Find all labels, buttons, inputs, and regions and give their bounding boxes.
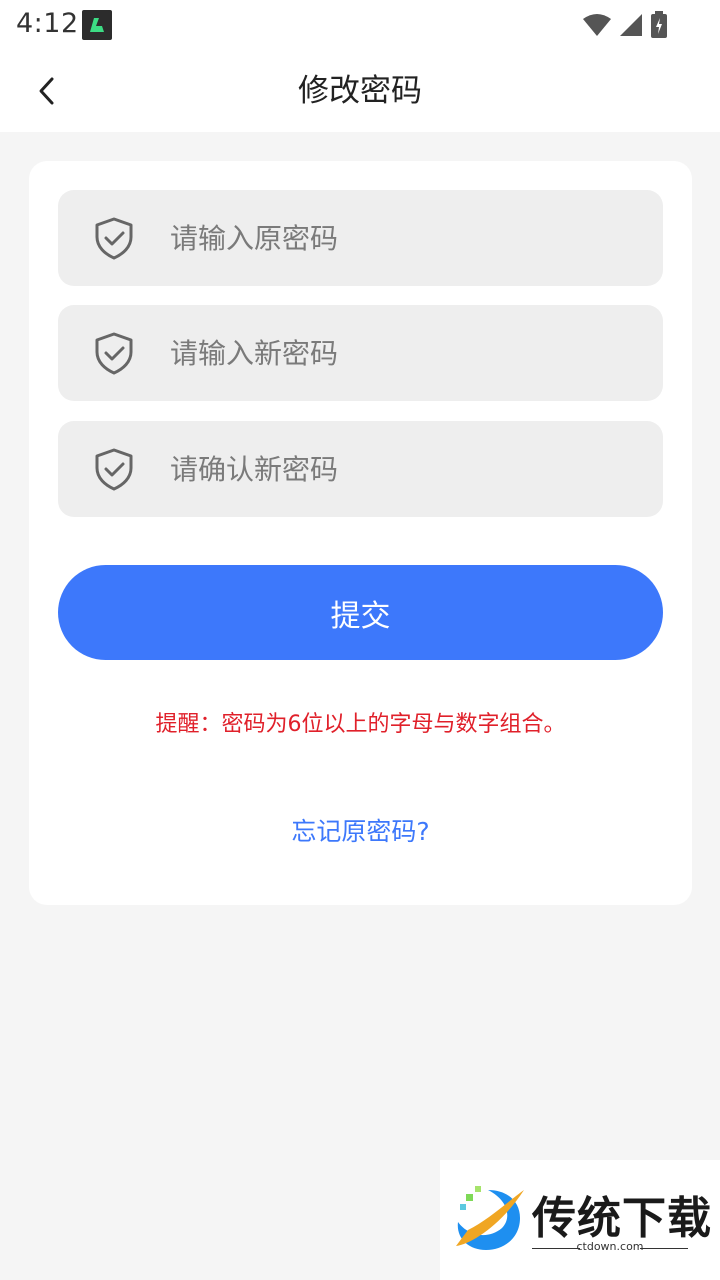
battery-icon <box>651 11 667 38</box>
old-password-field[interactable] <box>58 190 663 286</box>
status-indicators <box>582 10 668 40</box>
old-password-input[interactable] <box>170 190 640 286</box>
shield-check-icon <box>95 332 133 375</box>
watermark-logo-icon <box>456 1186 524 1250</box>
status-bar: 4:12 <box>0 0 720 50</box>
title-bar: 修改密码 <box>0 50 720 132</box>
back-button[interactable] <box>24 68 70 114</box>
shield-check-icon <box>95 217 133 260</box>
app-notification-icon <box>82 10 112 40</box>
new-password-field[interactable] <box>58 305 663 401</box>
forgot-password-link[interactable]: 忘记原密码? <box>29 812 692 848</box>
submit-button[interactable]: 提交 <box>58 565 663 660</box>
password-form-card: 提交 提醒：密码为6位以上的字母与数字组合。 忘记原密码? <box>29 161 692 905</box>
page-title: 修改密码 <box>298 73 422 109</box>
watermark-url: ctdown.com <box>576 1240 644 1253</box>
status-time: 4:12 <box>16 8 79 39</box>
password-hint: 提醒：密码为6位以上的字母与数字组合。 <box>155 712 566 737</box>
new-password-input[interactable] <box>170 305 640 401</box>
watermark-logo: 传统下载 ctdown.com <box>440 1160 720 1280</box>
wifi-icon <box>583 14 611 36</box>
shield-check-icon <box>95 448 133 491</box>
chevron-left-icon <box>39 77 54 105</box>
confirm-password-field[interactable] <box>58 421 663 517</box>
cell-signal-icon <box>620 14 642 36</box>
confirm-password-input[interactable] <box>170 421 640 517</box>
watermark-title: 传统下载 <box>532 1193 712 1244</box>
